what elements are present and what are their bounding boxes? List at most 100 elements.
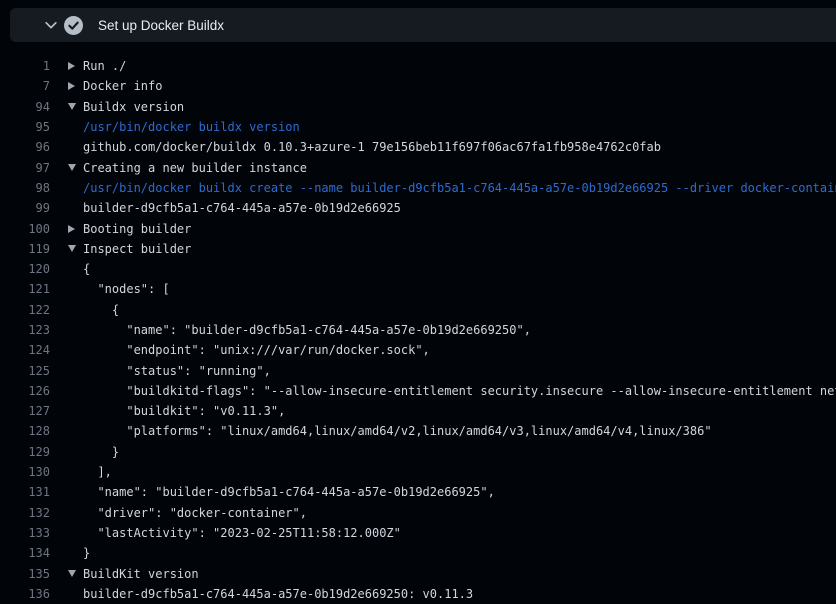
line-number[interactable]: 130 [0, 465, 50, 479]
line-number[interactable]: 121 [0, 282, 50, 296]
group-title: Run ./ [83, 59, 126, 73]
log-line: 131 "name": "builder-d9cfb5a1-c764-445a-… [0, 482, 836, 502]
line-content: github.com/docker/buildx 0.10.3+azure-1 … [68, 140, 661, 154]
log-line: 97 Creating a new builder instance [0, 157, 836, 177]
log-line: 95 /usr/bin/docker buildx version [0, 117, 836, 137]
line-number[interactable]: 123 [0, 323, 50, 337]
log-line: 130 ], [0, 462, 836, 482]
line-number[interactable]: 125 [0, 364, 50, 378]
line-number[interactable]: 96 [0, 140, 50, 154]
line-content: "name": "builder-d9cfb5a1-c764-445a-a57e… [68, 323, 531, 337]
log-line: 98 /usr/bin/docker buildx create --name … [0, 178, 836, 198]
log-line: 120 { [0, 259, 836, 279]
line-number[interactable]: 7 [0, 79, 50, 93]
group-title: Buildx version [83, 100, 184, 114]
line-number[interactable]: 100 [0, 222, 50, 236]
line-content: builder-d9cfb5a1-c764-445a-a57e-0b19d2e6… [68, 201, 401, 215]
log-line: 1 Run ./ [0, 56, 836, 76]
group-expanded-icon [68, 570, 83, 577]
group-expanded-icon [68, 245, 83, 252]
line-content: /usr/bin/docker buildx version [68, 120, 300, 134]
line-content: "buildkitd-flags": "--allow-insecure-ent… [68, 384, 836, 398]
line-number[interactable]: 136 [0, 587, 50, 601]
line-content: "platforms": "linux/amd64,linux/amd64/v2… [68, 424, 712, 438]
log-line: 127 "buildkit": "v0.11.3", [0, 401, 836, 421]
log-line: 136 builder-d9cfb5a1-c764-445a-a57e-0b19… [0, 584, 836, 604]
log-line: 122 { [0, 300, 836, 320]
log-line: 126 "buildkitd-flags": "--allow-insecure… [0, 381, 836, 401]
line-number[interactable]: 135 [0, 567, 50, 581]
group-title: BuildKit version [83, 567, 199, 581]
chevron-down-icon[interactable] [44, 18, 58, 32]
group-collapsed-icon [68, 225, 83, 233]
line-number[interactable]: 122 [0, 303, 50, 317]
line-content: "endpoint": "unix:///var/run/docker.sock… [68, 343, 430, 357]
log-line: 99 builder-d9cfb5a1-c764-445a-a57e-0b19d… [0, 198, 836, 218]
line-number[interactable]: 131 [0, 485, 50, 499]
line-number[interactable]: 133 [0, 526, 50, 540]
line-number[interactable]: 94 [0, 100, 50, 114]
line-content: "name": "builder-d9cfb5a1-c764-445a-a57e… [68, 485, 495, 499]
log-lines: 1 Run ./ 7 Docker info 94 Buildx version… [0, 48, 836, 604]
line-number[interactable]: 95 [0, 120, 50, 134]
line-number[interactable]: 126 [0, 384, 50, 398]
group-collapsed-icon [68, 82, 83, 90]
log-line: 128 "platforms": "linux/amd64,linux/amd6… [0, 421, 836, 441]
success-check-icon [64, 16, 83, 35]
log-group-header[interactable]: Run ./ [68, 59, 126, 73]
line-number[interactable]: 99 [0, 201, 50, 215]
line-content: } [68, 445, 119, 459]
line-number[interactable]: 119 [0, 242, 50, 256]
line-content: ], [68, 465, 112, 479]
line-number[interactable]: 128 [0, 424, 50, 438]
log-line: 7 Docker info [0, 76, 836, 96]
group-expanded-icon [68, 164, 83, 171]
group-title: Booting builder [83, 222, 191, 236]
log-line: 121 "nodes": [ [0, 279, 836, 299]
line-content: "nodes": [ [68, 282, 170, 296]
line-content: "lastActivity": "2023-02-25T11:58:12.000… [68, 526, 401, 540]
log-group-header[interactable]: Booting builder [68, 222, 191, 236]
log-line: 134 } [0, 543, 836, 563]
line-content: "driver": "docker-container", [68, 506, 307, 520]
group-collapsed-icon [68, 62, 83, 70]
line-number[interactable]: 134 [0, 546, 50, 560]
log-group-header[interactable]: Docker info [68, 79, 162, 93]
log-line: 119 Inspect builder [0, 239, 836, 259]
line-content: builder-d9cfb5a1-c764-445a-a57e-0b19d2e6… [68, 587, 473, 601]
line-number[interactable]: 132 [0, 506, 50, 520]
group-expanded-icon [68, 103, 83, 110]
line-content: "status": "running", [68, 364, 271, 378]
log-line: 132 "driver": "docker-container", [0, 503, 836, 523]
line-content: /usr/bin/docker buildx create --name bui… [68, 181, 836, 195]
log-line: 123 "name": "builder-d9cfb5a1-c764-445a-… [0, 320, 836, 340]
line-number[interactable]: 124 [0, 343, 50, 357]
group-title: Creating a new builder instance [83, 161, 307, 175]
line-number[interactable]: 129 [0, 445, 50, 459]
line-content: { [68, 262, 90, 276]
step-title: Set up Docker Buildx [98, 18, 224, 33]
log-line: 135 BuildKit version [0, 563, 836, 583]
log-line: 125 "status": "running", [0, 360, 836, 380]
line-number[interactable]: 97 [0, 161, 50, 175]
log-group-header[interactable]: Creating a new builder instance [68, 161, 307, 175]
log-line: 100 Booting builder [0, 218, 836, 238]
line-number[interactable]: 120 [0, 262, 50, 276]
step-header[interactable]: Set up Docker Buildx [10, 8, 836, 42]
group-title: Docker info [83, 79, 162, 93]
log-line: 94 Buildx version [0, 97, 836, 117]
log-line: 129 } [0, 442, 836, 462]
line-content: "buildkit": "v0.11.3", [68, 404, 285, 418]
line-number[interactable]: 1 [0, 59, 50, 73]
log-group-header[interactable]: Inspect builder [68, 242, 191, 256]
group-title: Inspect builder [83, 242, 191, 256]
line-content: } [68, 546, 90, 560]
log-group-header[interactable]: BuildKit version [68, 567, 199, 581]
line-content: { [68, 303, 119, 317]
log-line: 124 "endpoint": "unix:///var/run/docker.… [0, 340, 836, 360]
log-line: 96 github.com/docker/buildx 0.10.3+azure… [0, 137, 836, 157]
log-group-header[interactable]: Buildx version [68, 100, 184, 114]
line-number[interactable]: 98 [0, 181, 50, 195]
line-number[interactable]: 127 [0, 404, 50, 418]
log-line: 133 "lastActivity": "2023-02-25T11:58:12… [0, 523, 836, 543]
